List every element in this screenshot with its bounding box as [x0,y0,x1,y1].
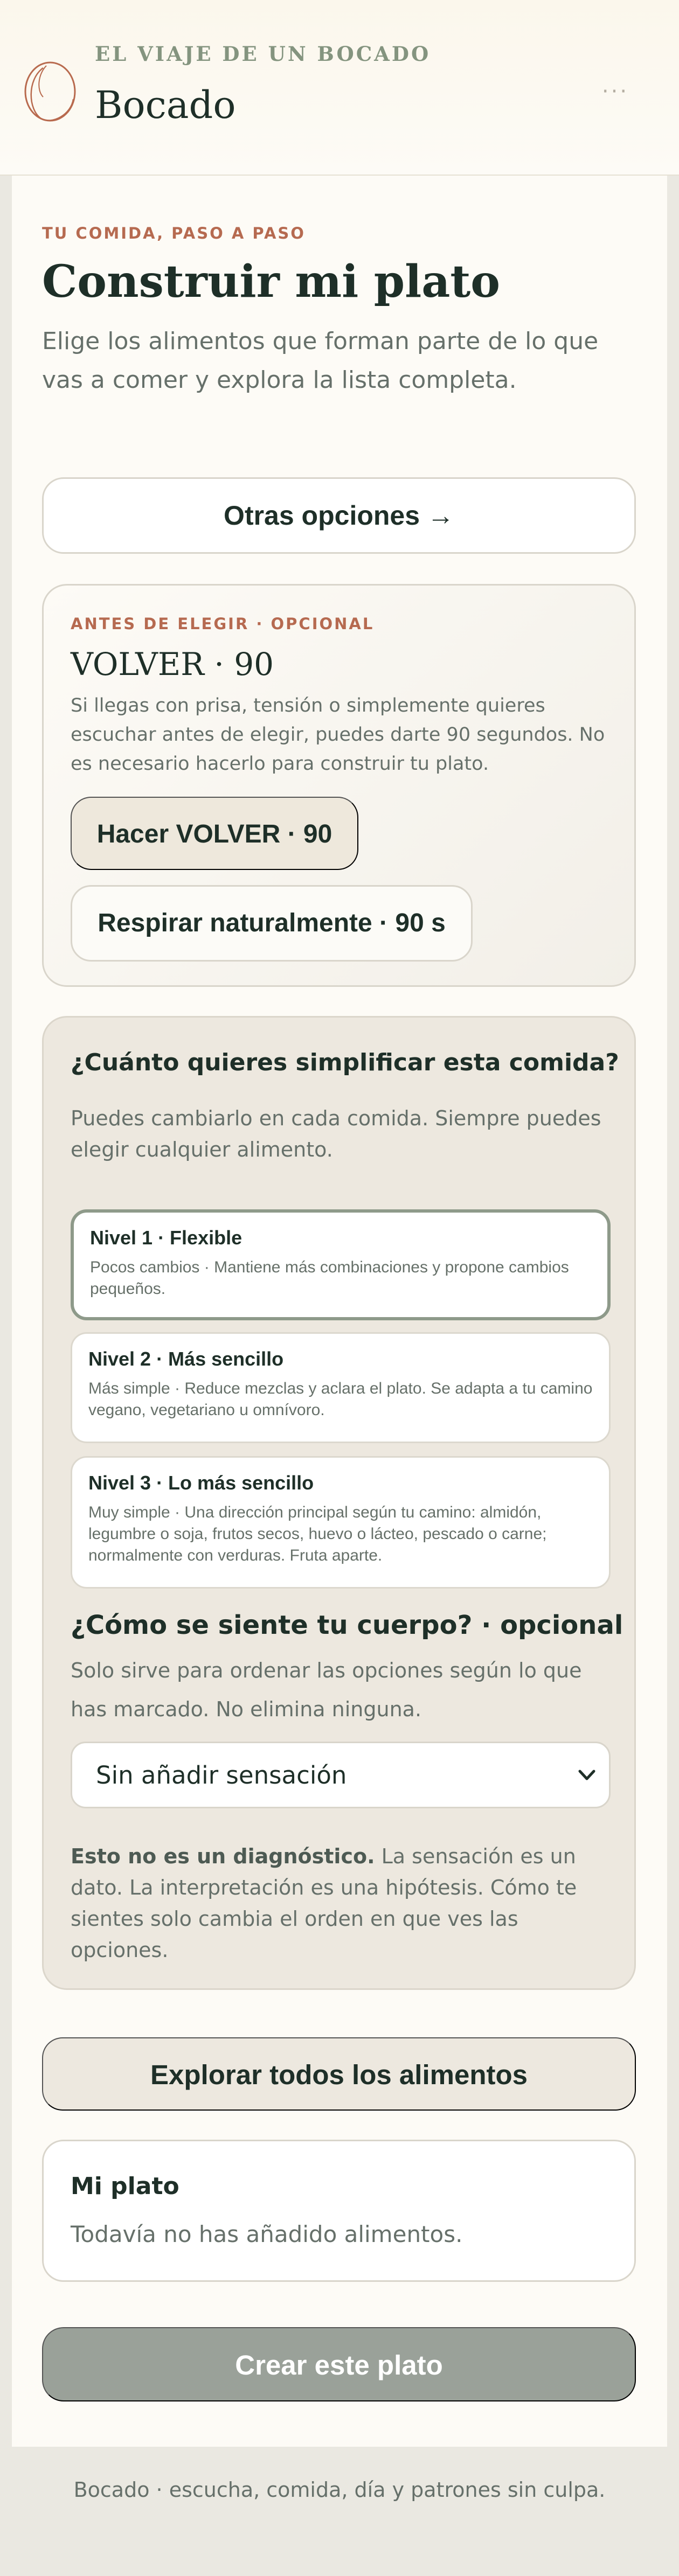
plate-empty-state: Todavía no has añadido alimentos. [71,2221,463,2247]
sensation-select-value: Sin añadir sensación [96,1761,347,1790]
disclaimer: Esto no es un diagnóstico. La sensación … [71,1841,615,1966]
chevron-down-icon [578,1770,595,1780]
do-volver-button[interactable]: Hacer VOLVER · 90 [71,797,358,870]
page-title: Construir mi plato [42,256,500,308]
level-description: Más simple · Reduce mezclas y aclara el … [88,1380,593,1419]
level-option-1[interactable]: Nivel 1 · Flexible Pocos cambios · Manti… [71,1209,611,1320]
level-name: Nivel 1 · Flexible [90,1227,242,1249]
level-name: Nivel 2 · Más sencillo [88,1348,284,1370]
volver-description: Si llegas con prisa, tensión o simplemen… [71,695,605,775]
plate-title: Mi plato [71,2173,179,2200]
level-option-3[interactable]: Nivel 3 · Lo más sencillo Muy simple · U… [71,1456,611,1589]
brand-name: Bocado [95,83,236,127]
intro-kicker: TU COMIDA, PASO A PASO [42,224,306,242]
circle-stroke-logo [24,61,76,122]
create-plate-button[interactable]: Crear este plato [42,2327,636,2401]
page-subtitle: Elige los alimentos que forman parte de … [42,328,599,394]
level-description: Muy simple · Una dirección principal seg… [88,1503,547,1564]
body-question: ¿Cómo se siente tu cuerpo? · opcional [71,1610,623,1640]
other-options-button[interactable]: Otras opciones → [42,477,636,554]
simplify-subtitle: Puedes cambiarlo en cada comida. Siempre… [71,1106,601,1161]
footer-text: Bocado · escucha, comida, día y patrones… [73,2478,606,2502]
level-option-2[interactable]: Nivel 2 · Más sencillo Más simple · Redu… [71,1332,611,1443]
level-name: Nivel 3 · Lo más sencillo [88,1472,314,1494]
volver-title: VOLVER · 90 [71,646,274,683]
explore-foods-button[interactable]: Explorar todos los alimentos [42,2037,636,2111]
simplify-question: ¿Cuánto quieres simplificar esta comida? [71,1049,619,1076]
disclaimer-bold: Esto no es un diagnóstico. [71,1844,375,1868]
volver-kicker: ANTES DE ELEGIR · OPCIONAL [71,615,375,633]
body-subtitle: Solo sirve para ordenar las opciones seg… [71,1659,582,1721]
more-dots-icon[interactable]: ··· [599,78,632,105]
simplify-card: ¿Cuánto quieres simplificar esta comida?… [42,1016,636,1990]
my-plate-card: Mi plato Todavía no has añadido alimento… [42,2140,636,2282]
level-description: Pocos cambios · Mantiene más combinacion… [90,1258,569,1298]
volver-card: ANTES DE ELEGIR · OPCIONAL VOLVER · 90 S… [42,584,636,987]
app-header: EL VIAJE DE UN BOCADO Bocado ··· [0,0,679,176]
breathe-button[interactable]: Respirar naturalmente · 90 s [71,885,473,962]
sensation-select[interactable]: Sin añadir sensación [71,1742,611,1808]
brand-kicker: EL VIAJE DE UN BOCADO [95,42,431,66]
